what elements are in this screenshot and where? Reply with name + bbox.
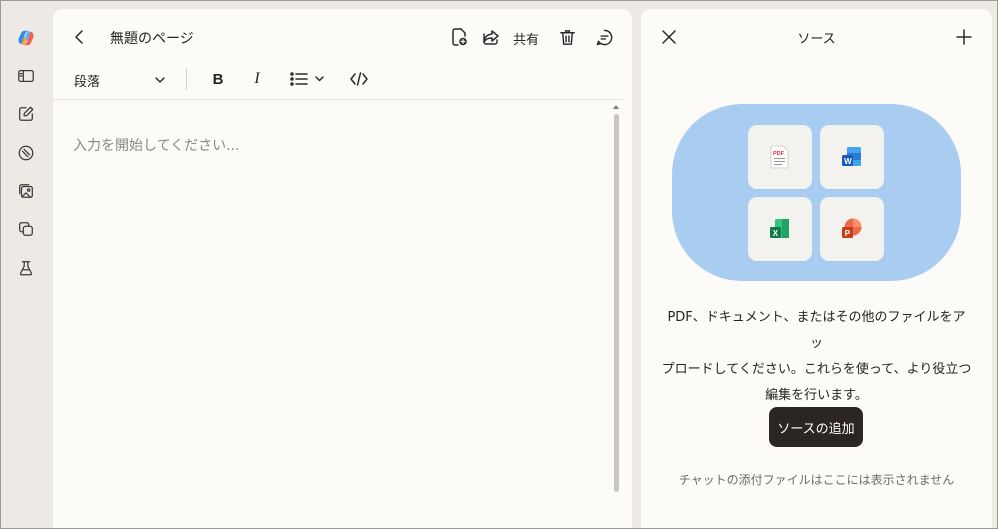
sources-title: ソース (797, 32, 836, 47)
chevron-down-icon (154, 74, 166, 86)
scroll-thumb[interactable] (614, 114, 619, 492)
word-badge: W (844, 157, 852, 166)
paragraph-style-label: 段落 (74, 74, 101, 90)
left-rail (0, 0, 52, 529)
delete-icon[interactable] (556, 26, 578, 48)
page-title[interactable]: 無題のページ (110, 28, 194, 48)
ppt-badge: P (845, 229, 851, 238)
back-arrow-icon[interactable] (70, 27, 90, 47)
excel-badge: X (773, 229, 779, 238)
labs-icon[interactable] (13, 255, 39, 281)
bold-button[interactable]: B (208, 67, 228, 91)
share-icon[interactable] (480, 26, 502, 48)
comment-icon[interactable] (593, 26, 615, 48)
copilot-logo-icon[interactable] (13, 25, 39, 51)
editor-scrollbar[interactable] (612, 105, 621, 500)
images-icon[interactable] (13, 178, 39, 204)
word-file-icon: W (820, 125, 884, 189)
editor-placeholder[interactable]: 入力を開始してください... (73, 135, 240, 155)
code-icon[interactable] (347, 68, 371, 90)
format-toolbar: 段落 B I (53, 65, 632, 99)
attachments-note: チャットの添付ファイルはここには表示されません (678, 473, 955, 487)
toolbar-divider-line (53, 99, 623, 100)
description-line-1: PDF、ドキュメント、またはその他のファイルをアッ (667, 310, 966, 351)
powerpoint-file-icon: P (820, 197, 884, 261)
page-editor: 無題のページ 共有 段落 B I 入力を開始してください... (53, 9, 632, 529)
toolbar-divider (186, 68, 187, 90)
pages-icon[interactable] (13, 216, 39, 242)
discover-icon[interactable] (13, 140, 39, 166)
paragraph-style-select[interactable]: 段落 (74, 68, 166, 92)
sources-panel: ソース PDF W X P PDF、ドキュメント、またはその他のファイルをアッ … (641, 9, 992, 529)
list-icon (290, 72, 324, 86)
editor-header: 無題のページ 共有 (53, 9, 632, 65)
scroll-up-arrow[interactable] (613, 105, 619, 109)
excel-file-icon: X (748, 197, 812, 261)
description-line-2: プロードしてください。これらを使って、より役立つ (661, 362, 972, 377)
file-types-illustration: PDF W X P (672, 104, 961, 281)
add-page-icon[interactable] (448, 26, 470, 48)
list-button[interactable] (288, 68, 328, 90)
sidebar-toggle-icon[interactable] (13, 63, 39, 89)
add-icon[interactable] (953, 26, 975, 48)
compose-icon[interactable] (13, 101, 39, 127)
sources-description: PDF、ドキュメント、またはその他のファイルをアッ プロードしてください。これら… (661, 305, 972, 409)
share-button[interactable]: 共有 (513, 29, 539, 48)
description-line-3: 編集を行います。 (765, 388, 868, 403)
add-source-button[interactable]: ソースの追加 (769, 407, 863, 447)
pdf-badge: PDF (773, 151, 785, 157)
italic-button[interactable]: I (247, 67, 267, 91)
pdf-file-icon: PDF (748, 125, 812, 189)
